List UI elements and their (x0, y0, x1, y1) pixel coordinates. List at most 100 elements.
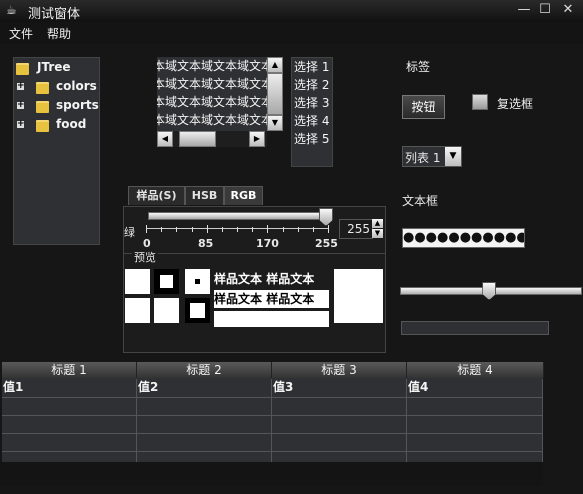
tab-swatches[interactable]: 样品(S) (128, 186, 185, 205)
list-item[interactable]: 选择 2 (292, 76, 332, 94)
table-cell[interactable] (2, 415, 137, 433)
text-area-line: 本域文本域文本域文本域 (157, 95, 267, 109)
tick-mark (252, 227, 254, 232)
preview-swatch (185, 298, 210, 323)
table-cell[interactable] (137, 397, 272, 415)
table-cell[interactable] (407, 433, 543, 451)
menu-help[interactable]: 帮助 (47, 25, 71, 42)
table-cell[interactable] (407, 397, 543, 415)
scroll-down-icon[interactable]: ▼ (267, 115, 283, 131)
app-window: ☕ 测试窗体 — ☐ ✕ 文件 帮助 JTree + colors + spor… (0, 0, 583, 494)
scroll-left-icon[interactable]: ◀ (157, 131, 173, 147)
channel-slider-thumb[interactable] (319, 208, 333, 226)
data-table[interactable]: 标题 1 标题 2 标题 3 标题 4 值1 值2 值3 值4 (2, 362, 544, 470)
tree-view[interactable]: JTree + colors + sports + food (13, 57, 100, 245)
scroll-right-icon[interactable]: ▶ (249, 131, 265, 147)
table-row[interactable] (2, 415, 543, 434)
preview-divider (124, 253, 385, 254)
table-row[interactable] (2, 433, 543, 452)
list-item[interactable]: 选择 4 (292, 112, 332, 130)
table-cell[interactable]: 值2 (137, 379, 272, 397)
expand-icon[interactable]: + (17, 101, 25, 110)
combo-box[interactable]: 列表 1 ▼ (402, 146, 462, 167)
tick-mark (206, 225, 208, 233)
table-cell[interactable] (137, 415, 272, 433)
minimize-button[interactable]: — (516, 2, 532, 18)
maximize-button[interactable]: ☐ (537, 2, 553, 18)
list-box[interactable]: 选择 1 选择 2 选择 3 选择 4 选择 5 (291, 57, 333, 167)
menu-bar: 文件 帮助 (0, 22, 583, 44)
preview-swatch (214, 311, 329, 327)
chevron-down-icon[interactable]: ▼ (445, 147, 461, 166)
scroll-up-icon[interactable]: ▲ (267, 57, 283, 73)
tick-mark (312, 227, 314, 232)
tick-mark (221, 227, 223, 232)
tick-mark (161, 227, 163, 232)
channel-value: 255 (347, 222, 370, 236)
text-area-horizontal-scrollbar[interactable]: ◀ ▶ (157, 131, 267, 147)
table-header[interactable]: 标题 2 (137, 362, 272, 378)
title-bar: ☕ 测试窗体 — ☐ ✕ (0, 0, 583, 22)
table-cell[interactable] (2, 433, 137, 451)
table-cell[interactable] (407, 415, 543, 433)
table-cell[interactable] (137, 433, 272, 451)
tree-node-label: food (56, 117, 87, 131)
tick-mark (267, 225, 269, 233)
sample-text: 样品文本 (214, 292, 263, 306)
folder-icon (16, 63, 29, 75)
folder-icon (36, 82, 49, 94)
menu-file[interactable]: 文件 (9, 25, 33, 42)
scroll-thumb[interactable] (267, 73, 283, 115)
text-area-vertical-scrollbar[interactable]: ▲ ▼ (267, 57, 283, 131)
list-item[interactable]: 选择 3 (292, 94, 332, 112)
table-cell[interactable] (272, 415, 407, 433)
channel-label: 绿 (124, 226, 135, 239)
scroll-thumb[interactable] (179, 131, 216, 147)
table-cell[interactable] (2, 397, 137, 415)
tick-mark (328, 225, 329, 233)
table-cell[interactable]: 值1 (2, 379, 137, 397)
tree-root-label: JTree (37, 60, 71, 74)
sample-text: 样品文本 (266, 292, 315, 306)
table-row[interactable]: 值1 值2 值3 值4 (2, 379, 543, 398)
folder-icon (36, 120, 49, 132)
text-area-line: 本域文本域文本域文本域 (157, 77, 267, 91)
tab-hsb[interactable]: HSB (185, 186, 224, 205)
table-cell[interactable] (272, 397, 407, 415)
table-header[interactable]: 标题 4 (407, 362, 544, 378)
close-button[interactable]: ✕ (560, 2, 576, 18)
expand-icon[interactable]: + (17, 82, 25, 91)
preview-title: 预览 (132, 249, 158, 265)
tab-rgb[interactable]: RGB (224, 186, 263, 205)
tick-label: 255 (315, 237, 338, 250)
push-button[interactable]: 按钮 (402, 95, 445, 119)
spinner-down-icon[interactable]: ▼ (372, 229, 383, 238)
checkbox[interactable] (472, 94, 488, 110)
tick-mark (282, 227, 284, 232)
preview-swatch (334, 269, 383, 323)
table-header[interactable]: 标题 3 (272, 362, 407, 378)
app-icon: ☕ (6, 3, 17, 17)
color-chooser-panel: 绿 0 85 170 255 255 ▲ ▼ 预览 样品文本 样品文本 样品文本… (123, 206, 386, 353)
table-row[interactable] (2, 397, 543, 416)
expand-icon[interactable]: + (17, 120, 25, 129)
preview-swatch (125, 269, 150, 294)
list-item[interactable]: 选择 5 (292, 130, 332, 148)
password-field[interactable]: ●●●●●●●●●●●●●●●● (402, 228, 525, 248)
preview-swatch (154, 298, 179, 323)
table-cell[interactable]: 值4 (407, 379, 543, 397)
table-cell[interactable] (272, 433, 407, 451)
channel-slider[interactable] (148, 212, 330, 220)
tick-marks (146, 225, 329, 233)
spinner-up-icon[interactable]: ▲ (372, 219, 383, 228)
channel-spinner[interactable]: 255 (339, 219, 373, 239)
progress-bar (401, 321, 549, 335)
list-item[interactable]: 选择 1 (292, 58, 332, 76)
text-area[interactable]: 本域文本域文本域文本域 本域文本域文本域文本域 本域文本域文本域文本域 本域文本… (157, 57, 267, 131)
checkbox-label[interactable]: 复选框 (497, 95, 533, 112)
tree-node-label: colors (56, 79, 97, 93)
text-area-line: 本域文本域文本域文本域 (157, 59, 267, 73)
table-header[interactable]: 标题 1 (2, 362, 137, 378)
sample-text: 样品文本 (214, 272, 263, 286)
table-cell[interactable]: 值3 (272, 379, 407, 397)
